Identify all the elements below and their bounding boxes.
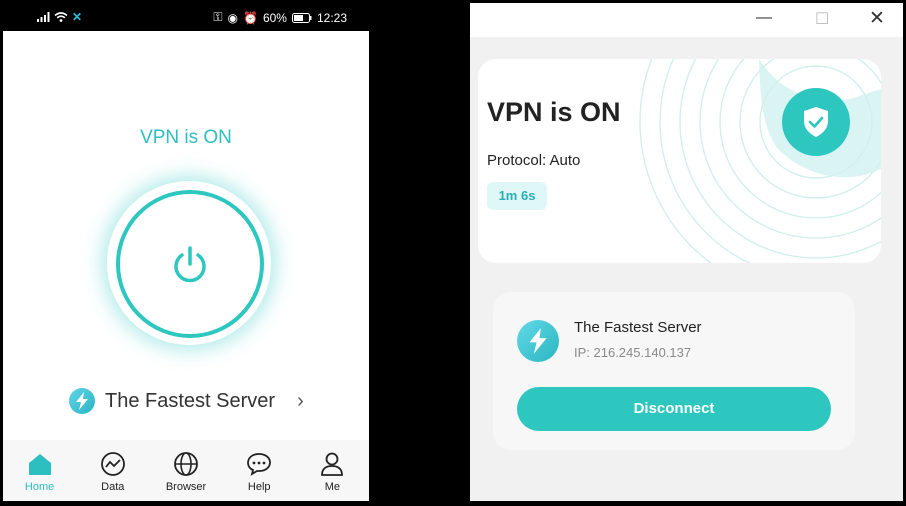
power-button[interactable] bbox=[116, 190, 264, 338]
power-icon bbox=[174, 246, 206, 283]
vpn-status-card: VPN is ON Protocol: Auto 1m 6s bbox=[478, 59, 881, 263]
clock-time: 12:23 bbox=[316, 10, 347, 25]
nav-me[interactable]: Me bbox=[296, 440, 369, 501]
cellular-signal-icon bbox=[37, 12, 50, 22]
nav-label: Browser bbox=[165, 481, 207, 493]
server-name: The Fastest Server bbox=[105, 389, 276, 412]
nav-browser[interactable]: Browser bbox=[149, 440, 222, 501]
key-icon: ⚿ bbox=[213, 10, 223, 24]
server-card: The Fastest Server IP: 216.245.140.137 D… bbox=[493, 292, 855, 450]
vpn-status-title: VPN is ON bbox=[487, 97, 621, 127]
bottom-navigation: Home Data Browser Help Me bbox=[3, 440, 369, 501]
server-name: The Fastest Server bbox=[574, 319, 702, 336]
desktop-app-window: — ☐ ✕ VPN is ON Protocol: Auto 1m 6s The… bbox=[470, 3, 903, 501]
connection-timer-badge: 1m 6s bbox=[487, 182, 547, 210]
battery-icon bbox=[291, 12, 312, 23]
vpn-x-icon: ✕ bbox=[72, 10, 83, 24]
shield-check-icon bbox=[782, 88, 850, 156]
chat-bubble-icon bbox=[247, 453, 272, 476]
server-ip: IP: 216.245.140.137 bbox=[574, 345, 692, 360]
globe-icon bbox=[174, 452, 198, 476]
close-icon[interactable]: ✕ bbox=[869, 7, 885, 30]
chevron-right-icon: › bbox=[297, 389, 304, 412]
phone-status-bar: ✕ ⚿ ◉ ⏰ 60% 12:23 bbox=[3, 3, 369, 31]
eye-icon: ◉ bbox=[227, 10, 238, 25]
user-icon bbox=[321, 452, 344, 476]
mobile-app-screen: ✕ ⚿ ◉ ⏰ 60% 12:23 VPN is ON The Fastest … bbox=[3, 3, 369, 501]
nav-label: Home bbox=[24, 481, 55, 493]
battery-percent: 60% bbox=[262, 10, 287, 25]
protocol-label: Protocol: Auto bbox=[487, 152, 581, 169]
data-chart-icon bbox=[100, 452, 125, 476]
nav-label: Data bbox=[101, 481, 125, 493]
wifi-icon bbox=[54, 12, 68, 22]
minimize-icon[interactable]: — bbox=[756, 9, 772, 27]
status-bar-left: ✕ bbox=[37, 10, 82, 24]
lightning-bolt-icon bbox=[69, 388, 95, 414]
server-selector[interactable]: The Fastest Server › bbox=[69, 386, 304, 416]
vpn-status-title: VPN is ON bbox=[140, 127, 232, 148]
maximize-icon[interactable]: ☐ bbox=[815, 9, 829, 29]
alarm-icon: ⏰ bbox=[242, 10, 258, 25]
nav-label: Help bbox=[247, 481, 271, 493]
lightning-bolt-icon bbox=[517, 320, 559, 362]
home-icon bbox=[28, 454, 51, 475]
status-bar-right: ⚿ ◉ ⏰ 60% 12:23 bbox=[213, 10, 347, 25]
nav-label: Me bbox=[324, 481, 341, 493]
nav-data[interactable]: Data bbox=[76, 440, 149, 501]
nav-help[interactable]: Help bbox=[223, 440, 296, 501]
disconnect-button[interactable]: Disconnect bbox=[517, 387, 831, 431]
nav-home[interactable]: Home bbox=[3, 440, 76, 501]
window-titlebar: — ☐ ✕ bbox=[470, 3, 903, 37]
